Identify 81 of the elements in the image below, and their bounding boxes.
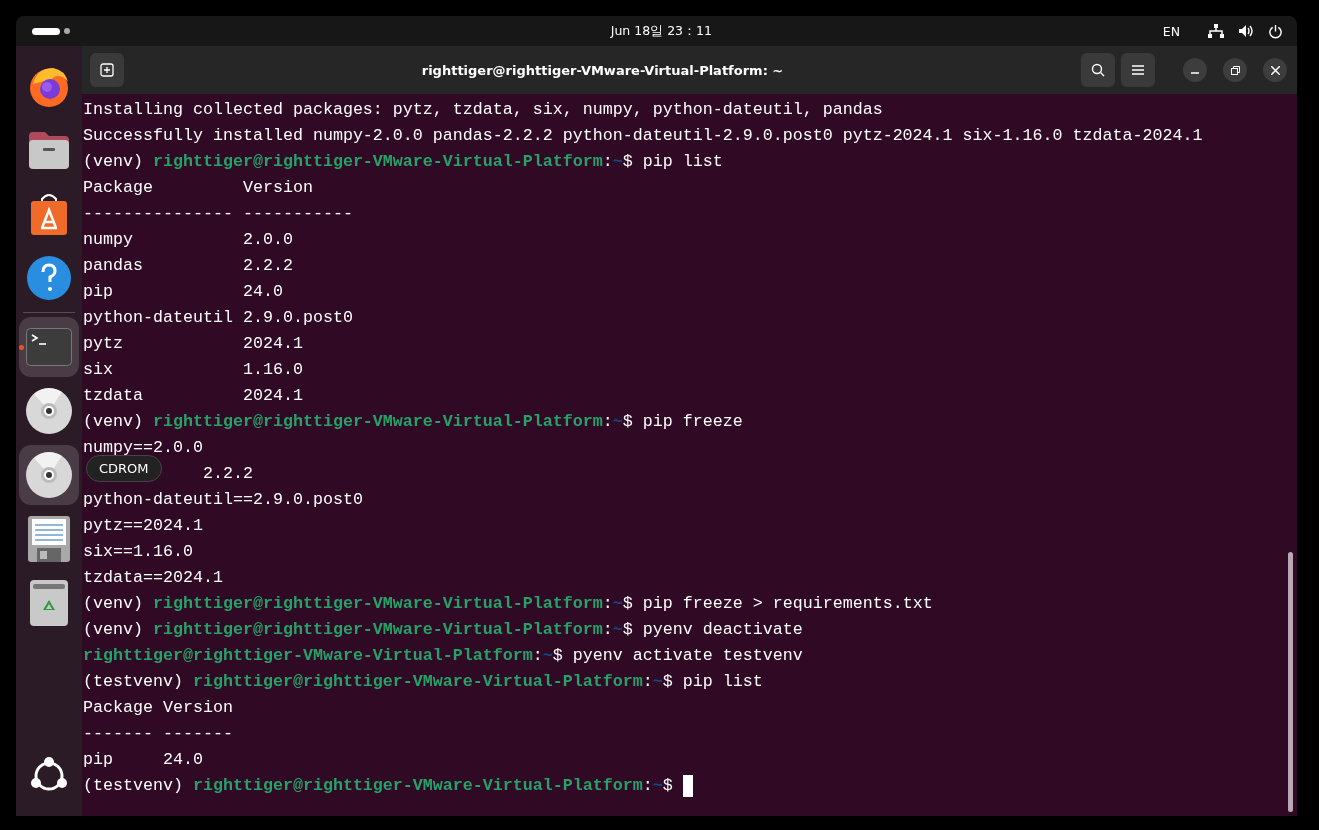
terminal-text: $ pyenv deactivate bbox=[622, 619, 803, 641]
terminal-text: Package Version bbox=[83, 697, 233, 719]
terminal-text: : bbox=[602, 151, 613, 173]
prompt-path: ~ bbox=[612, 593, 623, 615]
terminal-text: pytz 2024.1 bbox=[83, 333, 303, 355]
terminal-text: pip 24.0 bbox=[83, 749, 203, 771]
help-icon bbox=[27, 256, 71, 300]
prompt-user: righttiger@righttiger-VMware-Virtual-Platform bbox=[192, 671, 643, 693]
terminal-text: six==1.16.0 bbox=[83, 541, 193, 563]
terminal-text: $ pip freeze bbox=[622, 411, 743, 433]
terminal-text: Package Version bbox=[83, 177, 313, 199]
terminal-text: (venv) bbox=[83, 593, 144, 615]
terminal-text: $ pip list bbox=[622, 151, 723, 173]
terminal-text: pytz==2024.1 bbox=[83, 515, 203, 537]
recycle-bin-icon bbox=[30, 580, 68, 626]
terminal-text: 2.2.2 bbox=[202, 463, 253, 485]
text-cursor bbox=[682, 775, 693, 797]
terminal-text: pandas 2.2.2 bbox=[83, 255, 293, 277]
terminal-text: : bbox=[532, 645, 543, 667]
terminal-text: --------------- ----------- bbox=[83, 203, 353, 225]
terminal-text: pip 24.0 bbox=[83, 281, 283, 303]
maximize-button[interactable] bbox=[1223, 58, 1247, 82]
terminal-text: (venv) bbox=[83, 151, 144, 173]
terminal-text: : bbox=[642, 775, 653, 797]
shopping-bag-icon bbox=[31, 193, 67, 235]
terminal-text: tzdata 2024.1 bbox=[83, 385, 303, 407]
terminal-text: Installing collected packages: pytz, tzdata, six, numpy, python-dateutil, pandas bbox=[83, 99, 883, 121]
terminal-text: (testvenv) bbox=[83, 775, 184, 797]
restore-icon bbox=[1230, 65, 1240, 75]
close-icon bbox=[1270, 65, 1280, 75]
input-source[interactable]: EN bbox=[1162, 23, 1180, 39]
menu-icon bbox=[1132, 65, 1144, 75]
terminal-text: : bbox=[602, 619, 613, 641]
window-title: righttiger@righttiger-VMware-Virtual-Platform: ~ bbox=[420, 62, 785, 78]
clock[interactable]: Jun 18일 23：11 bbox=[610, 22, 712, 40]
dock-item[interactable] bbox=[19, 445, 79, 505]
close-button[interactable] bbox=[1263, 58, 1287, 82]
prompt-user: righttiger@righttiger-VMware-Virtual-Platform bbox=[152, 593, 603, 615]
terminal-text: $ pip list bbox=[662, 671, 763, 693]
folder-icon bbox=[27, 130, 71, 170]
terminal-text: $ bbox=[662, 775, 674, 797]
terminal-text: (testvenv) bbox=[83, 671, 184, 693]
prompt-path: ~ bbox=[612, 151, 623, 173]
prompt-user: righttiger@righttiger-VMware-Virtual-Platform bbox=[152, 619, 603, 641]
new-tab-button[interactable] bbox=[90, 53, 124, 87]
terminal-text: : bbox=[602, 593, 613, 615]
prompt-user: righttiger@righttiger-VMware-Virtual-Platform bbox=[152, 151, 603, 173]
terminal-text: Successfully installed numpy-2.0.0 pandas-2.2.2 python-dateutil-2.9.0.post0 pytz-2024.1 six-1.16.0 tzdata-2024.1 bbox=[83, 125, 1203, 147]
prompt-path: ~ bbox=[652, 775, 663, 797]
terminal-text: python-dateutil==2.9.0.post0 bbox=[83, 489, 363, 511]
prompt-path: ~ bbox=[612, 411, 623, 433]
terminal-text: : bbox=[602, 411, 613, 433]
terminal-text: $ pyenv activate testvenv bbox=[552, 645, 803, 667]
terminal-text: tzdata==2024.1 bbox=[83, 567, 223, 589]
disc-icon bbox=[26, 452, 72, 498]
search-button[interactable] bbox=[1081, 53, 1115, 87]
prompt-path: ~ bbox=[542, 645, 553, 667]
tooltip: CDROM bbox=[86, 455, 162, 482]
terminal-text: (venv) bbox=[83, 619, 144, 641]
terminal-text: numpy 2.0.0 bbox=[83, 229, 293, 251]
network-icon[interactable] bbox=[1208, 24, 1224, 38]
prompt-user: righttiger@righttiger-VMware-Virtual-Platform bbox=[152, 411, 603, 433]
prompt-path: ~ bbox=[652, 671, 663, 693]
minimize-button[interactable] bbox=[1183, 58, 1207, 82]
terminal-text: ------- ------- bbox=[83, 723, 233, 745]
scrollbar[interactable] bbox=[1288, 552, 1293, 812]
power-icon[interactable] bbox=[1268, 23, 1283, 39]
terminal-text: six 1.16.0 bbox=[83, 359, 303, 381]
prompt-user: righttiger@righttiger-VMware-Virtual-Platform bbox=[83, 645, 533, 667]
new-tab-icon bbox=[100, 63, 114, 77]
terminal-icon bbox=[26, 328, 72, 366]
prompt-path: ~ bbox=[612, 619, 623, 641]
terminal-text: python-dateutil 2.9.0.post0 bbox=[83, 307, 353, 329]
volume-icon[interactable] bbox=[1238, 24, 1254, 38]
search-icon bbox=[1091, 63, 1105, 77]
prompt-user: righttiger@righttiger-VMware-Virtual-Platform bbox=[192, 775, 643, 797]
terminal-text: (venv) bbox=[83, 411, 144, 433]
disc-icon bbox=[26, 388, 72, 434]
terminal-text: : bbox=[642, 671, 653, 693]
terminal-text: $ pip freeze > requirements.txt bbox=[622, 593, 933, 615]
menu-button[interactable] bbox=[1121, 53, 1155, 87]
